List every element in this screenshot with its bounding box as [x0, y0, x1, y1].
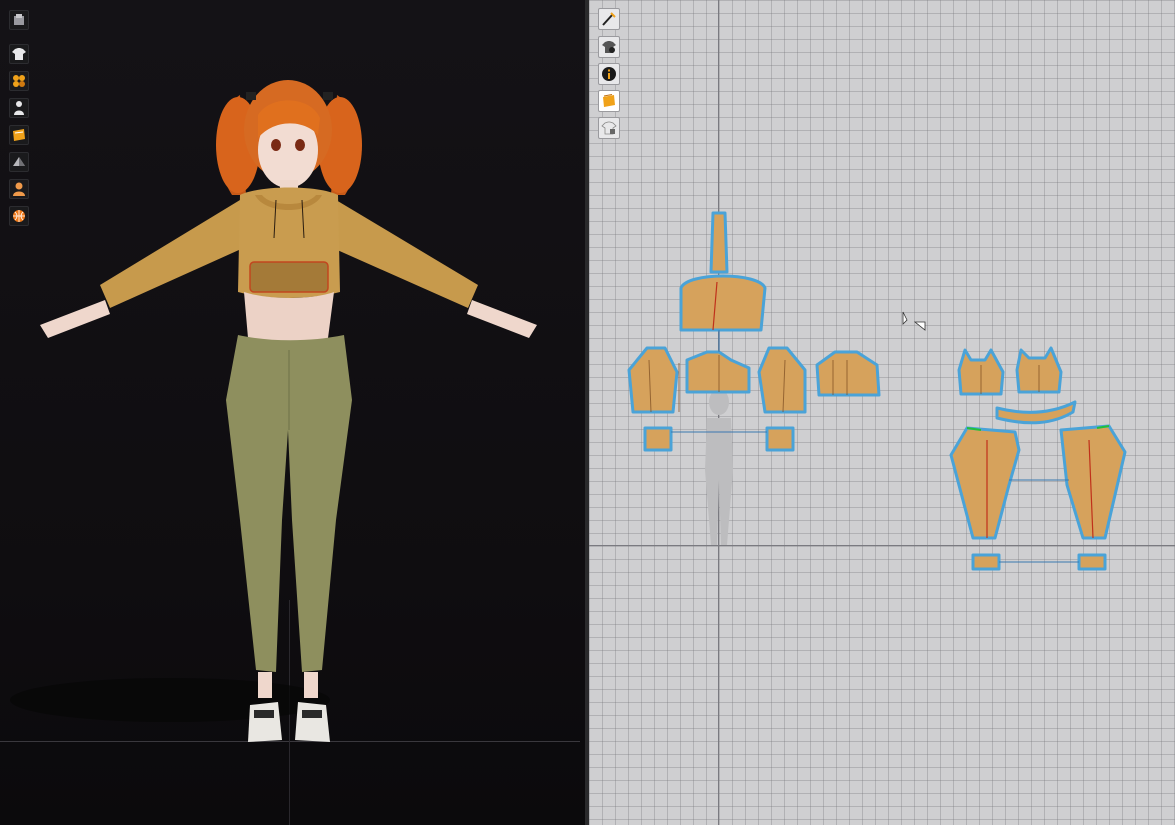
ankle-cuff-right-piece: [1077, 553, 1107, 571]
waistband-piece: [995, 400, 1077, 425]
sleeve-right-piece: [757, 346, 807, 414]
legging-right-piece: [1059, 424, 1127, 540]
avatar-pose-icon[interactable]: [9, 98, 29, 118]
back-body-piece: [815, 350, 881, 397]
cuff-left-piece: [643, 426, 673, 452]
skin-display-icon[interactable]: [9, 179, 29, 199]
sleeve-left-piece: [627, 346, 679, 414]
avatar-silhouette-icon[interactable]: [598, 36, 620, 58]
shading-icon[interactable]: [9, 152, 29, 172]
mouse-cursor-icon: [902, 311, 926, 331]
avatar-model[interactable]: [0, 0, 585, 825]
garment-display-icon[interactable]: [9, 44, 29, 64]
lock-garment-icon[interactable]: [598, 117, 620, 139]
right-toolbar: [589, 0, 625, 145]
world-display-icon[interactable]: [9, 206, 29, 226]
legging-left-piece: [949, 426, 1021, 540]
2d-pattern-window[interactable]: [589, 0, 1175, 825]
pattern-pieces: [627, 211, 1127, 571]
texture-display-icon[interactable]: [9, 71, 29, 91]
texture-2d-icon[interactable]: [598, 90, 620, 112]
hood-center-piece: [709, 211, 729, 274]
left-toolbar: [0, 0, 36, 240]
edit-pattern-icon[interactable]: [598, 8, 620, 30]
hood-piece: [679, 274, 767, 332]
fabric-display-icon[interactable]: [9, 125, 29, 145]
info-icon[interactable]: [598, 63, 620, 85]
front-body-piece: [685, 350, 751, 394]
cuff-right-piece: [765, 426, 795, 452]
ankle-cuff-left-piece: [971, 553, 1001, 571]
avatar-display-icon[interactable]: [9, 10, 29, 30]
3d-viewport[interactable]: [0, 0, 585, 825]
